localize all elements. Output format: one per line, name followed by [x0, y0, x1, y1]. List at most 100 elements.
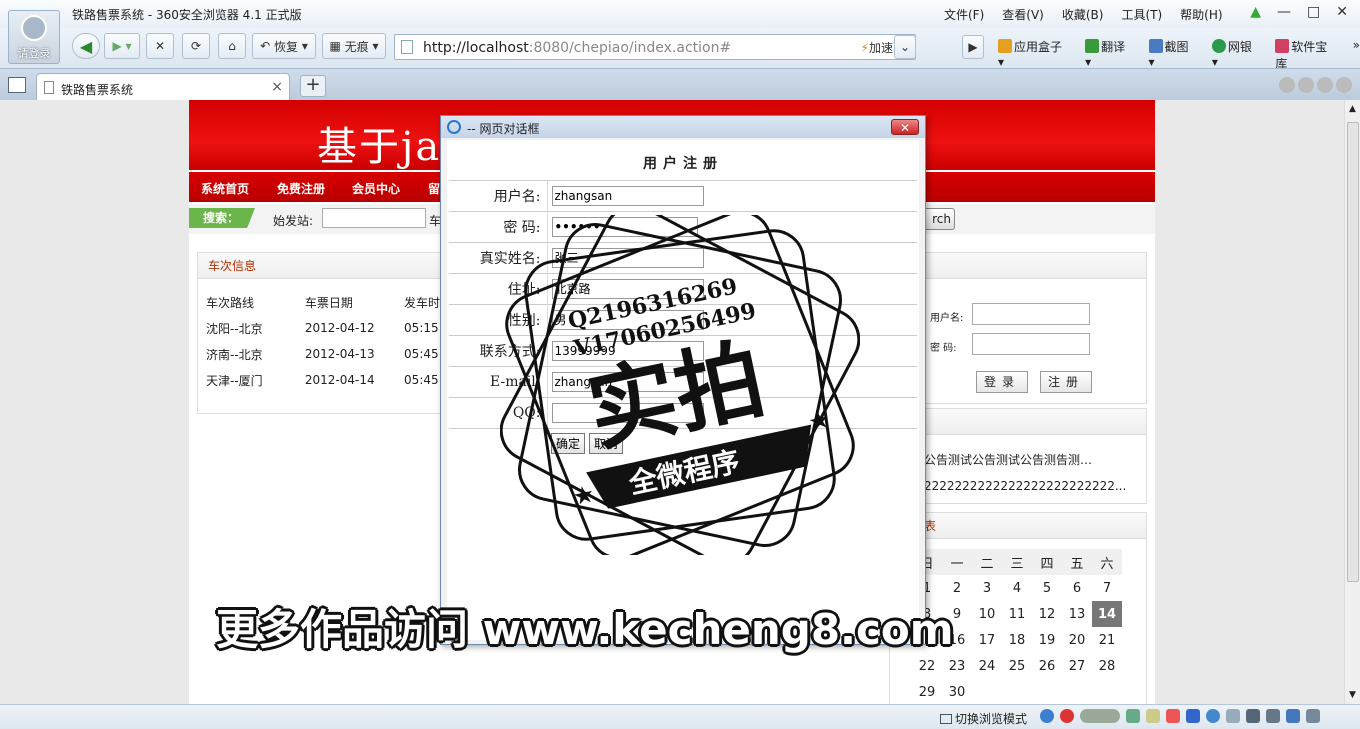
calendar-day[interactable]: 4	[1002, 575, 1032, 601]
tab-list-icon[interactable]	[1317, 77, 1333, 93]
calendar-day[interactable]: 6	[1062, 575, 1092, 601]
tools-icon[interactable]	[1266, 709, 1280, 723]
stop-button[interactable]: ✕	[146, 33, 174, 59]
accelerate-button[interactable]: ⚡加速	[861, 39, 893, 56]
calendar-day[interactable]: 7	[1092, 575, 1122, 601]
calendar-day[interactable]: 11	[1002, 601, 1032, 627]
browse-mode-button[interactable]: 切换浏览模式	[940, 710, 1027, 727]
back-button[interactable]: ◀	[72, 33, 100, 59]
calendar-day[interactable]: 21	[1092, 627, 1122, 653]
minimize-icon[interactable]: —	[1277, 4, 1291, 20]
username-field[interactable]	[551, 185, 704, 206]
nav-message[interactable]: 留	[428, 180, 440, 197]
scroll-down-icon[interactable]: ▼	[1349, 690, 1356, 700]
tab-close-icon[interactable]: ×	[271, 79, 283, 95]
menu-tools[interactable]: 工具(T)	[1121, 6, 1162, 23]
nav-home[interactable]: 系统首页	[201, 180, 249, 197]
calendar-day[interactable]: 5	[1032, 575, 1062, 601]
security-icon[interactable]	[1060, 709, 1074, 723]
app-box-button[interactable]: 应用盒子 ▾	[998, 38, 1071, 72]
calendar-day-today[interactable]: 14	[1092, 601, 1122, 627]
menu-help[interactable]: 帮助(H)	[1180, 6, 1222, 23]
menu-favorites[interactable]: 收藏(B)	[1062, 6, 1104, 23]
moon-icon[interactable]	[1206, 709, 1220, 723]
calendar-day[interactable]: 19	[1032, 627, 1062, 653]
refresh-button[interactable]: ⟳	[182, 33, 210, 59]
calendar-day[interactable]: 26	[1032, 653, 1062, 679]
login-button[interactable]: 登录	[976, 371, 1028, 393]
calendar-day[interactable]: 20	[1062, 627, 1092, 653]
more-icon[interactable]: »	[1353, 38, 1360, 72]
calendar-day[interactable]: 12	[1032, 601, 1062, 627]
email-field[interactable]	[551, 371, 704, 392]
calendar-day[interactable]: 13	[1062, 601, 1092, 627]
calendar-day[interactable]: 27	[1062, 653, 1092, 679]
ime-cn-icon[interactable]	[1186, 709, 1200, 723]
tray-icon[interactable]	[1126, 709, 1140, 723]
calendar-day[interactable]: 24	[972, 653, 1002, 679]
menu-view[interactable]: 查看(V)	[1002, 6, 1044, 23]
wrench-icon[interactable]	[1306, 709, 1320, 723]
realname-field[interactable]	[551, 247, 704, 268]
table-row[interactable]: 济南--北京 2012-04-13 05:45	[206, 341, 444, 367]
notice-line[interactable]: 公告测试公告测试公告测告测…	[924, 451, 1092, 468]
password-field[interactable]	[551, 216, 698, 237]
table-row[interactable]: 天津--厦门 2012-04-14 05:45	[206, 367, 444, 393]
calendar-day[interactable]: 10	[972, 601, 1002, 627]
calendar-day[interactable]: 18	[1002, 627, 1032, 653]
ebank-button[interactable]: 网银 ▾	[1211, 38, 1261, 72]
scroll-up-icon[interactable]: ▲	[1349, 104, 1356, 114]
calendar-day[interactable]: 3	[972, 575, 1002, 601]
tab-next-icon[interactable]	[1298, 77, 1314, 93]
confirm-button[interactable]: 确定	[551, 433, 586, 455]
tab-railway[interactable]: 铁路售票系统 ×	[36, 73, 290, 101]
phone-field[interactable]	[551, 340, 704, 361]
register-button[interactable]: 注册	[1040, 371, 1092, 393]
tray-icon[interactable]	[1146, 709, 1160, 723]
page-scrollbar[interactable]: ▲ ▼	[1344, 100, 1360, 704]
sogou-icon[interactable]	[1166, 709, 1180, 723]
login-password-input[interactable]	[972, 333, 1090, 355]
punct-icon[interactable]	[1226, 709, 1240, 723]
menu-file[interactable]: 文件(F)	[944, 6, 984, 23]
nav-member[interactable]: 会员中心	[352, 180, 400, 197]
notice-line[interactable]: 2222222222222222222222222...	[924, 479, 1126, 493]
address-field[interactable]	[551, 278, 704, 299]
keyboard-icon[interactable]	[1246, 709, 1260, 723]
login-avatar[interactable]: 请登录	[8, 10, 60, 64]
scrollbar-thumb[interactable]	[1347, 122, 1359, 582]
calendar-day[interactable]: 17	[972, 627, 1002, 653]
nav-register[interactable]: 免费注册	[277, 180, 325, 197]
table-row[interactable]: 沈阳--北京 2012-04-12 05:15	[206, 315, 444, 341]
gender-field[interactable]	[551, 309, 704, 330]
incognito-button[interactable]: ▦ 无痕 ▾	[322, 33, 386, 59]
qq-field[interactable]	[551, 402, 704, 423]
go-button[interactable]: ▶	[962, 35, 984, 59]
translate-button[interactable]: 翻译 ▾	[1085, 38, 1134, 72]
tab-prev-icon[interactable]	[1279, 77, 1295, 93]
calendar-day[interactable]: 29	[912, 679, 942, 704]
tab-close-all-icon[interactable]	[1336, 77, 1352, 93]
calendar-day[interactable]: 30	[942, 679, 972, 704]
calendar-day[interactable]: 28	[1092, 653, 1122, 679]
home-button[interactable]: ⌂	[218, 33, 246, 59]
ie-mode-icon[interactable]	[1040, 709, 1054, 723]
new-tab-button[interactable]: +	[300, 75, 326, 97]
cancel-button[interactable]: 取消	[589, 433, 624, 455]
sidebar-toggle-icon[interactable]	[8, 77, 26, 93]
restore-button[interactable]: ↶ 恢复 ▾	[252, 33, 316, 59]
maximize-icon[interactable]: □	[1307, 4, 1320, 20]
dialog-close-button[interactable]: ✕	[891, 119, 919, 135]
close-icon[interactable]: ✕	[1336, 4, 1348, 20]
address-bar[interactable]: http://localhost:8080/chepiao/index.acti…	[394, 34, 916, 60]
toggle-icon[interactable]	[1080, 709, 1120, 723]
skin-icon[interactable]: ▲	[1250, 4, 1261, 20]
address-dropdown-button[interactable]: ⌄	[894, 35, 916, 59]
calendar-day[interactable]: 25	[1002, 653, 1032, 679]
from-station-input[interactable]	[322, 208, 426, 228]
login-username-input[interactable]	[972, 303, 1090, 325]
forward-button[interactable]: ▶ ▾	[104, 33, 140, 59]
software-store-button[interactable]: 软件宝库	[1275, 38, 1338, 72]
shirt-icon[interactable]	[1286, 709, 1300, 723]
address-url[interactable]: http://localhost:8080/chepiao/index.acti…	[423, 40, 731, 56]
